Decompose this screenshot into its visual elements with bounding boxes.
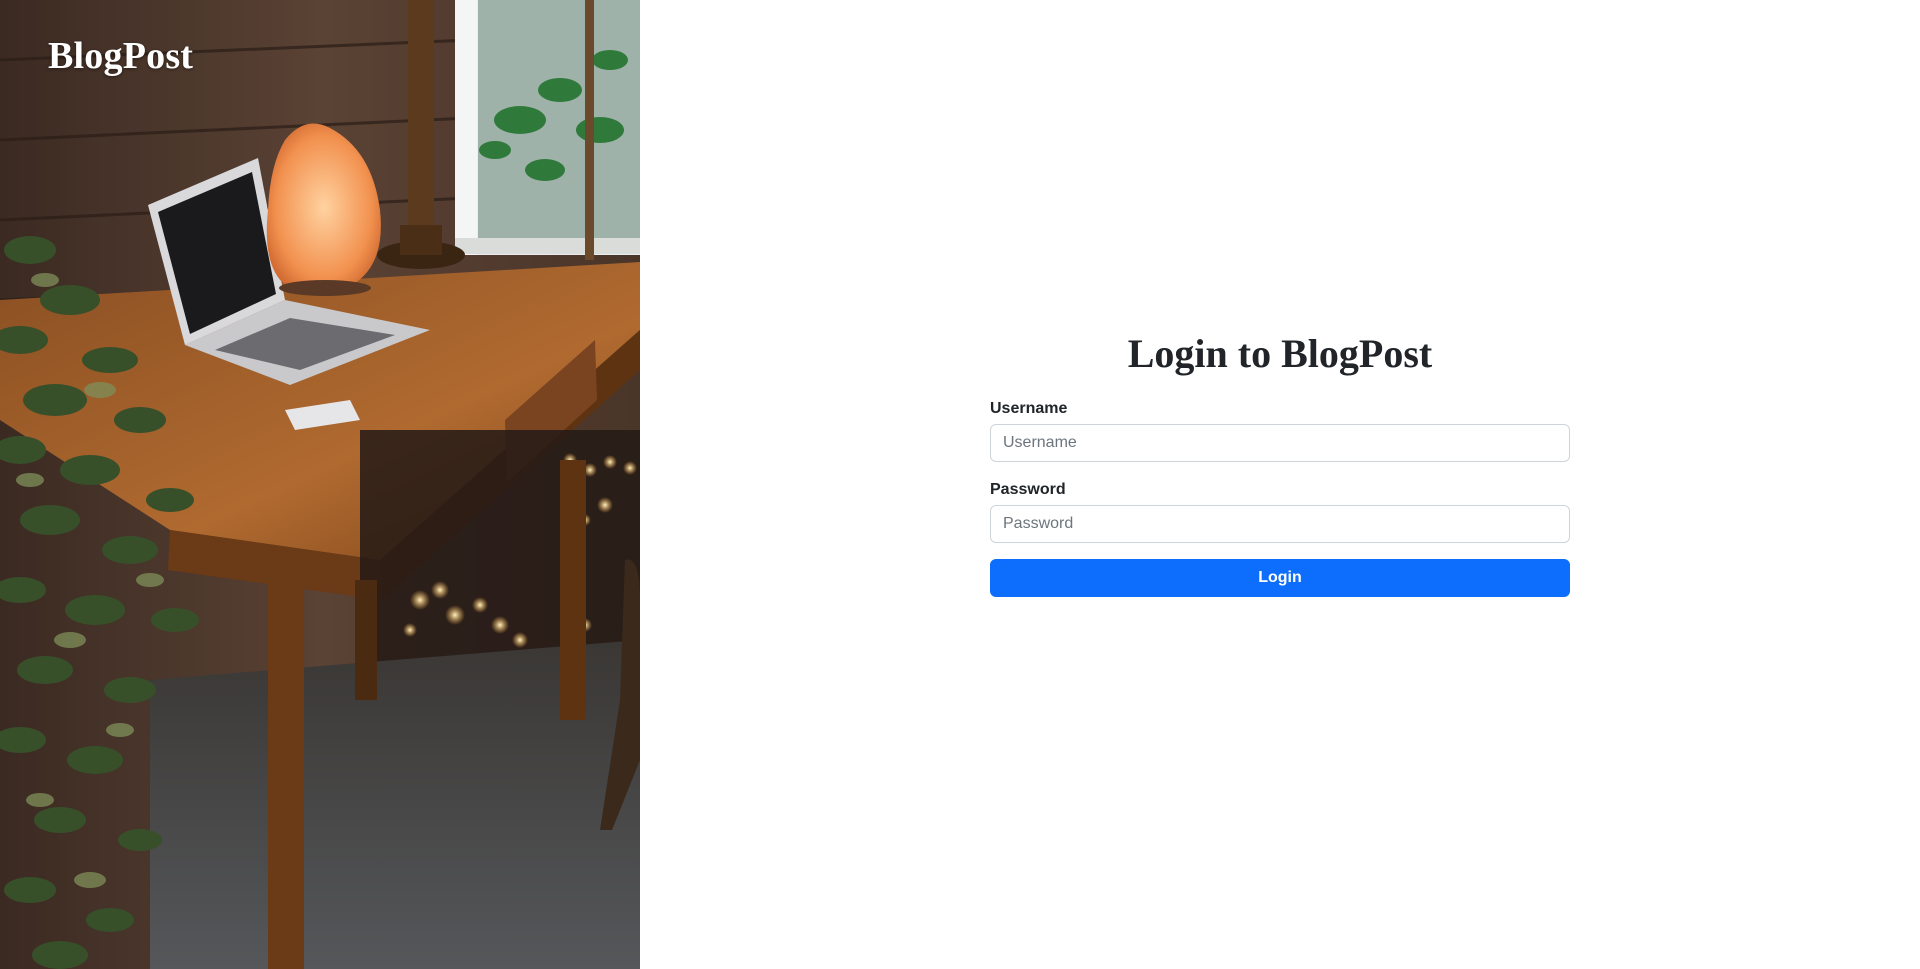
- username-label: Username: [990, 400, 1068, 417]
- login-button[interactable]: Login: [990, 559, 1570, 597]
- brand-logo-text[interactable]: BlogPost: [48, 34, 193, 78]
- password-label: Password: [990, 481, 1066, 498]
- username-field-group: Username: [990, 400, 1570, 462]
- password-field-group: Password: [990, 481, 1570, 543]
- password-input[interactable]: [990, 505, 1570, 543]
- desk-scene-image: [0, 0, 640, 969]
- page-title: Login to BlogPost: [1127, 331, 1433, 376]
- login-panel: Login to BlogPost Username Password Logi…: [640, 0, 1920, 969]
- login-form: Login to BlogPost Username Password Logi…: [990, 330, 1570, 597]
- username-input[interactable]: [990, 424, 1570, 462]
- hero-image-panel: BlogPost: [0, 0, 640, 969]
- login-page: BlogPost Login to BlogPost Username Pass…: [0, 0, 1920, 969]
